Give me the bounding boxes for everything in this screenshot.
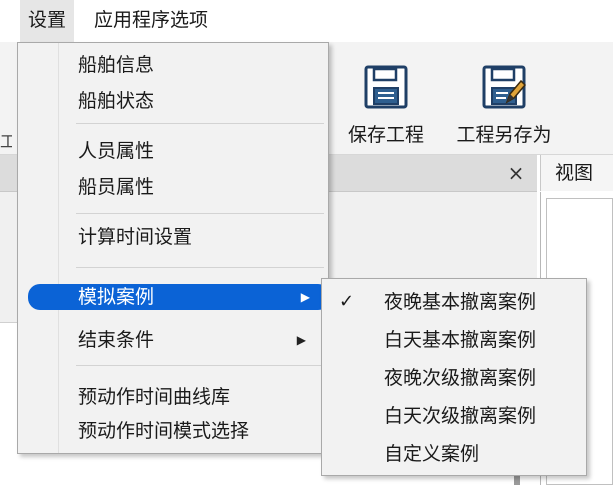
submenu-arrow-icon: ▶ xyxy=(296,333,306,347)
menu-item-end-condition[interactable]: 结束条件 ▶ xyxy=(20,324,326,356)
menu-settings[interactable]: 设置 xyxy=(20,0,75,42)
save-project-as-button[interactable]: 工程另存为 xyxy=(454,58,554,150)
menu-item-pre-action-mode-select[interactable]: 预动作时间模式选择 xyxy=(20,415,326,447)
menu-item-crew-attributes[interactable]: 船员属性 xyxy=(20,171,326,203)
menu-item-end-condition-label: 结束条件 xyxy=(78,329,155,351)
menu-item-simulation-case[interactable]: 模拟案例 ▶ xyxy=(28,284,330,310)
close-icon[interactable]: × xyxy=(506,163,526,183)
menu-item-pre-action-curve-library[interactable]: 预动作时间曲线库 xyxy=(20,381,326,413)
submenu-item-night-basic[interactable]: ✓ 夜晚基本撤离案例 xyxy=(324,285,584,319)
menu-item-simulation-case-label: 模拟案例 xyxy=(78,286,155,308)
menubar: 设置 应用程序选项 xyxy=(0,0,613,42)
submenu-item-day-secondary[interactable]: 白天次级撤离案例 xyxy=(324,399,584,433)
menu-app-options[interactable]: 应用程序选项 xyxy=(86,0,216,42)
submenu-item-night-basic-label: 夜晚基本撤离案例 xyxy=(384,291,537,313)
menu-item-person-attributes[interactable]: 人员属性 xyxy=(20,135,326,167)
save-project-button[interactable]: 保存工程 xyxy=(336,58,436,150)
menu-separator xyxy=(76,123,324,124)
menu-separator xyxy=(76,267,324,268)
floppy-disk-pen-icon xyxy=(482,65,527,109)
menu-item-calc-time-settings[interactable]: 计算时间设置 xyxy=(20,221,326,253)
submenu-item-night-secondary[interactable]: 夜晚次级撤离案例 xyxy=(324,361,584,395)
menu-item-ship-info[interactable]: 船舶信息 xyxy=(20,49,326,81)
submenu-arrow-icon: ▶ xyxy=(300,290,310,304)
settings-dropdown-menu: 船舶信息 船舶状态 人员属性 船员属性 计算时间设置 模拟案例 ▶ 结束条件 ▶… xyxy=(17,42,330,454)
submenu-item-day-basic[interactable]: 白天基本撤离案例 xyxy=(324,323,584,357)
toolbar-label-partial: 工 xyxy=(0,132,12,148)
submenu-item-custom-case[interactable]: 自定义案例 xyxy=(324,437,584,471)
checkmark-icon: ✓ xyxy=(339,291,355,312)
menu-separator xyxy=(76,365,324,366)
simulation-case-submenu: ✓ 夜晚基本撤离案例 白天基本撤离案例 夜晚次级撤离案例 白天次级撤离案例 自定… xyxy=(321,278,587,476)
menu-item-ship-status[interactable]: 船舶状态 xyxy=(20,85,326,117)
floppy-disk-icon xyxy=(364,65,408,109)
save-project-as-label: 工程另存为 xyxy=(456,124,552,146)
menu-separator xyxy=(76,213,324,214)
save-project-label: 保存工程 xyxy=(347,124,424,146)
tab-view[interactable]: 视图 xyxy=(540,155,613,191)
